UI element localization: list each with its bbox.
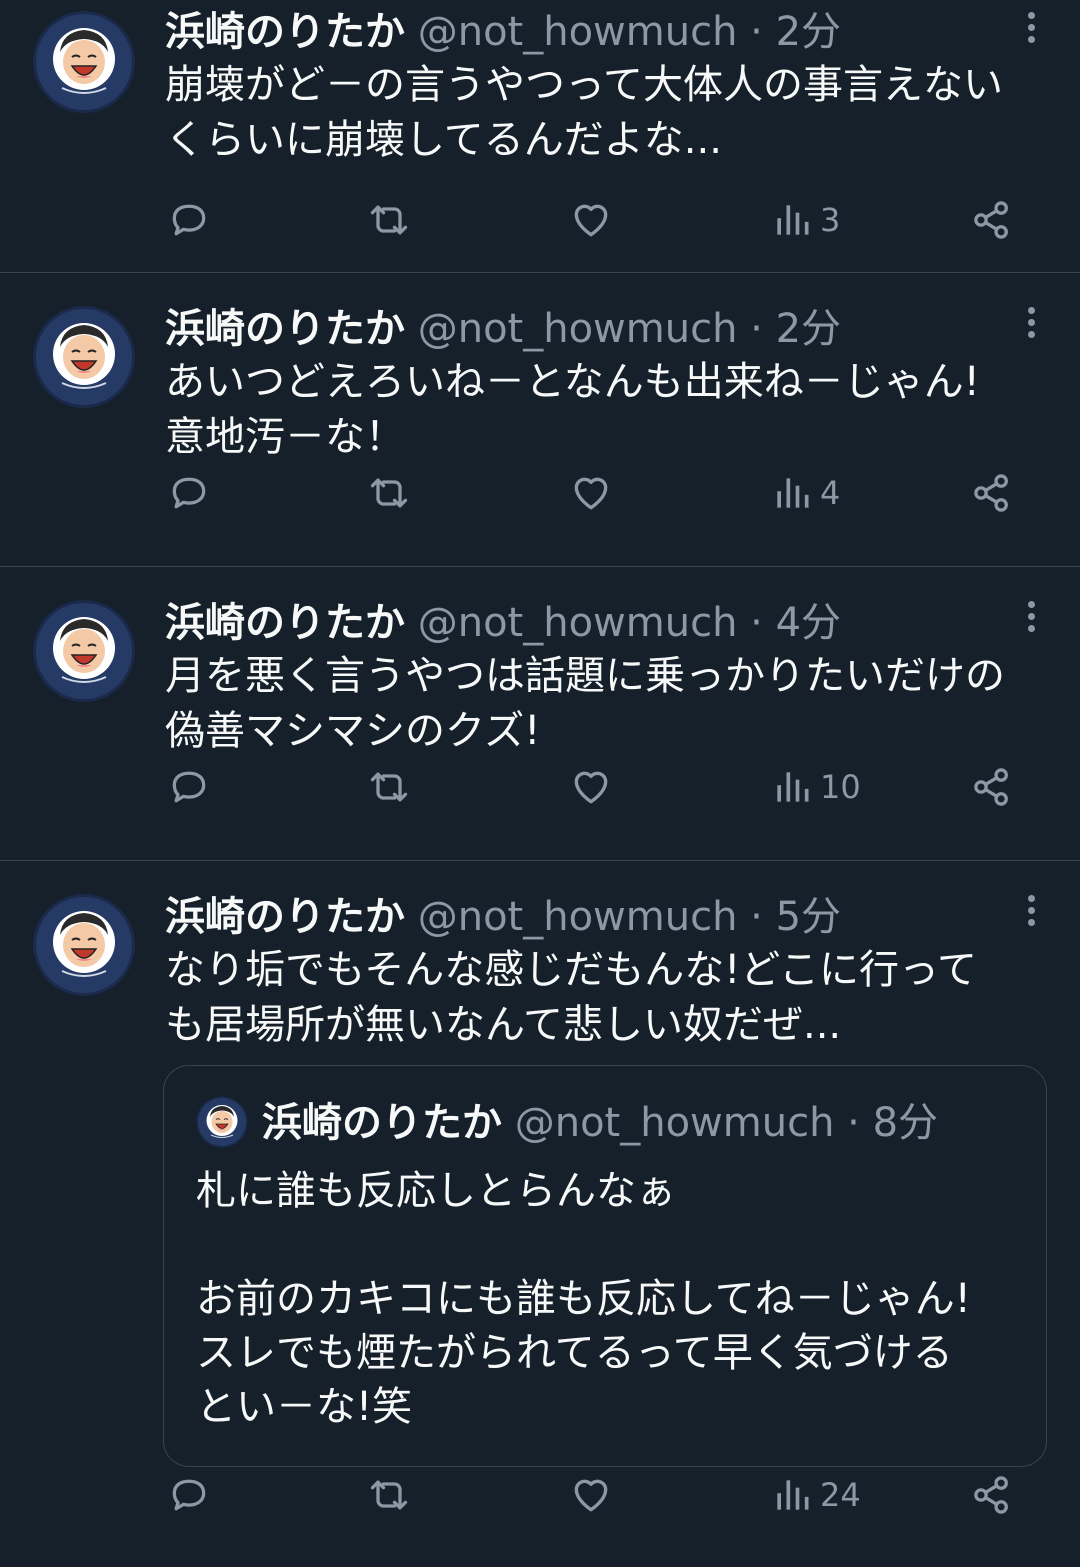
author-name[interactable]: 浜崎のりたか — [165, 9, 405, 55]
share-button[interactable] — [970, 190, 1014, 250]
tweet-header: 浜崎のりたか @not_howmuch · 5分 — [165, 891, 1040, 943]
tweet-actions: 24 — [0, 1465, 1080, 1525]
like-button[interactable] — [569, 1465, 613, 1525]
reply-icon — [172, 1479, 206, 1511]
tweet-actions: 4 — [0, 463, 1080, 523]
quote-author-handle-time: @not_howmuch · 8分 — [514, 1100, 939, 1146]
share-icon — [974, 1476, 1008, 1514]
views-icon — [777, 478, 809, 508]
avatar[interactable] — [32, 305, 136, 409]
author-handle-time[interactable]: @not_howmuch · 2分 — [418, 306, 841, 352]
quote-header: 浜崎のりたか @not_howmuch · 8分 — [262, 1096, 938, 1150]
avatar[interactable] — [32, 599, 136, 703]
more-vertical-icon[interactable] — [1026, 307, 1036, 343]
share-icon — [974, 201, 1008, 239]
views-count: 10 — [820, 768, 861, 806]
retweet-button[interactable] — [367, 757, 411, 817]
views-button[interactable]: 3 — [770, 190, 840, 250]
tweet-actions: 10 — [0, 757, 1080, 817]
retweet-icon — [370, 205, 408, 235]
more-vertical-icon[interactable] — [1026, 12, 1036, 48]
retweet-icon — [370, 1480, 408, 1510]
more-vertical-icon[interactable] — [1026, 601, 1036, 637]
author-name[interactable]: 浜崎のりたか — [165, 306, 405, 352]
tweet-text: なり垢でもそんな感じだもんな!どこに行って も居場所が無いなんて悲しい奴だぜ..… — [165, 947, 978, 1048]
reply-button[interactable] — [167, 463, 211, 523]
reply-icon — [172, 204, 206, 236]
views-count: 4 — [820, 474, 841, 512]
tweet-3[interactable]: 浜崎のりたか @not_howmuch · 4分 月を悪く言うやつは話題に乗っか… — [0, 567, 1080, 861]
heart-icon — [574, 477, 608, 510]
views-count: 24 — [820, 1476, 861, 1514]
reply-button[interactable] — [167, 1465, 211, 1525]
views-icon — [777, 772, 809, 802]
tweet-header: 浜崎のりたか @not_howmuch · 2分 — [165, 303, 1040, 355]
share-icon — [974, 768, 1008, 806]
tweet-header: 浜崎のりたか @not_howmuch · 4分 — [165, 597, 1040, 649]
tweet-text: 崩壊がど－の言うやつって大体人の事言えない くらいに崩壊してるんだよな... — [165, 62, 1003, 163]
quote-text: 札に誰も反応しとらんなぁ お前のカキコにも誰も反応してね－じゃん! スレでも煙た… — [196, 1168, 971, 1430]
views-count: 3 — [820, 201, 841, 239]
share-button[interactable] — [970, 757, 1014, 817]
retweet-button[interactable] — [367, 463, 411, 523]
share-icon — [974, 474, 1008, 512]
quote-tweet[interactable]: 浜崎のりたか @not_howmuch · 8分 札に誰も反応しとらんなぁ お前… — [163, 1065, 1047, 1467]
tweet-actions: 3 — [0, 190, 1080, 250]
tweet-text: あいつどえろいね－となんも出来ね－じゃん! 意地汚－な！ — [165, 359, 980, 460]
views-icon — [777, 205, 809, 235]
retweet-icon — [370, 478, 408, 508]
author-name[interactable]: 浜崎のりたか — [165, 600, 405, 646]
views-button[interactable]: 10 — [770, 757, 861, 817]
heart-icon — [574, 771, 608, 804]
retweet-button[interactable] — [367, 1465, 411, 1525]
share-button[interactable] — [970, 463, 1014, 523]
author-name[interactable]: 浜崎のりたか — [165, 894, 405, 940]
retweet-button[interactable] — [367, 190, 411, 250]
author-handle-time[interactable]: @not_howmuch · 4分 — [418, 600, 841, 646]
views-icon — [777, 1480, 809, 1510]
author-handle-time[interactable]: @not_howmuch · 5分 — [418, 894, 841, 940]
tweet-content: 浜崎のりたか @not_howmuch · 5分 なり垢でもそんな感じだもんな!… — [165, 891, 1040, 1053]
avatar[interactable] — [32, 893, 136, 997]
share-button[interactable] — [970, 1465, 1014, 1525]
tweet-2[interactable]: 浜崎のりたか @not_howmuch · 2分 あいつどえろいね－となんも出来… — [0, 273, 1080, 567]
quote-author-name: 浜崎のりたか — [262, 1100, 502, 1146]
tweet-text: 月を悪く言うやつは話題に乗っかりたいだけの 偽善マシマシのクズ! — [165, 653, 1005, 754]
reply-button[interactable] — [167, 757, 211, 817]
heart-icon — [574, 1479, 608, 1512]
views-button[interactable]: 24 — [770, 1465, 861, 1525]
reply-button[interactable] — [167, 190, 211, 250]
like-button[interactable] — [569, 757, 613, 817]
like-button[interactable] — [569, 463, 613, 523]
tweet-content: 浜崎のりたか @not_howmuch · 4分 月を悪く言うやつは話題に乗っか… — [165, 597, 1040, 759]
views-button[interactable]: 4 — [770, 463, 840, 523]
like-button[interactable] — [569, 190, 613, 250]
tweet-content: 浜崎のりたか @not_howmuch · 2分 崩壊がど－の言うやつって大体人… — [165, 6, 1040, 168]
more-vertical-icon[interactable] — [1026, 895, 1036, 931]
reply-icon — [172, 477, 206, 509]
tweet-content: 浜崎のりたか @not_howmuch · 2分 あいつどえろいね－となんも出来… — [165, 303, 1040, 465]
quote-avatar — [196, 1096, 248, 1148]
reply-icon — [172, 771, 206, 803]
avatar[interactable] — [32, 10, 136, 114]
retweet-icon — [370, 772, 408, 802]
tweet-header: 浜崎のりたか @not_howmuch · 2分 — [165, 6, 1040, 58]
tweet-1[interactable]: 浜崎のりたか @not_howmuch · 2分 崩壊がど－の言うやつって大体人… — [0, 0, 1080, 273]
tweet-4[interactable]: 浜崎のりたか @not_howmuch · 5分 なり垢でもそんな感じだもんな!… — [0, 861, 1080, 1567]
heart-icon — [574, 204, 608, 237]
author-handle-time[interactable]: @not_howmuch · 2分 — [418, 9, 841, 55]
